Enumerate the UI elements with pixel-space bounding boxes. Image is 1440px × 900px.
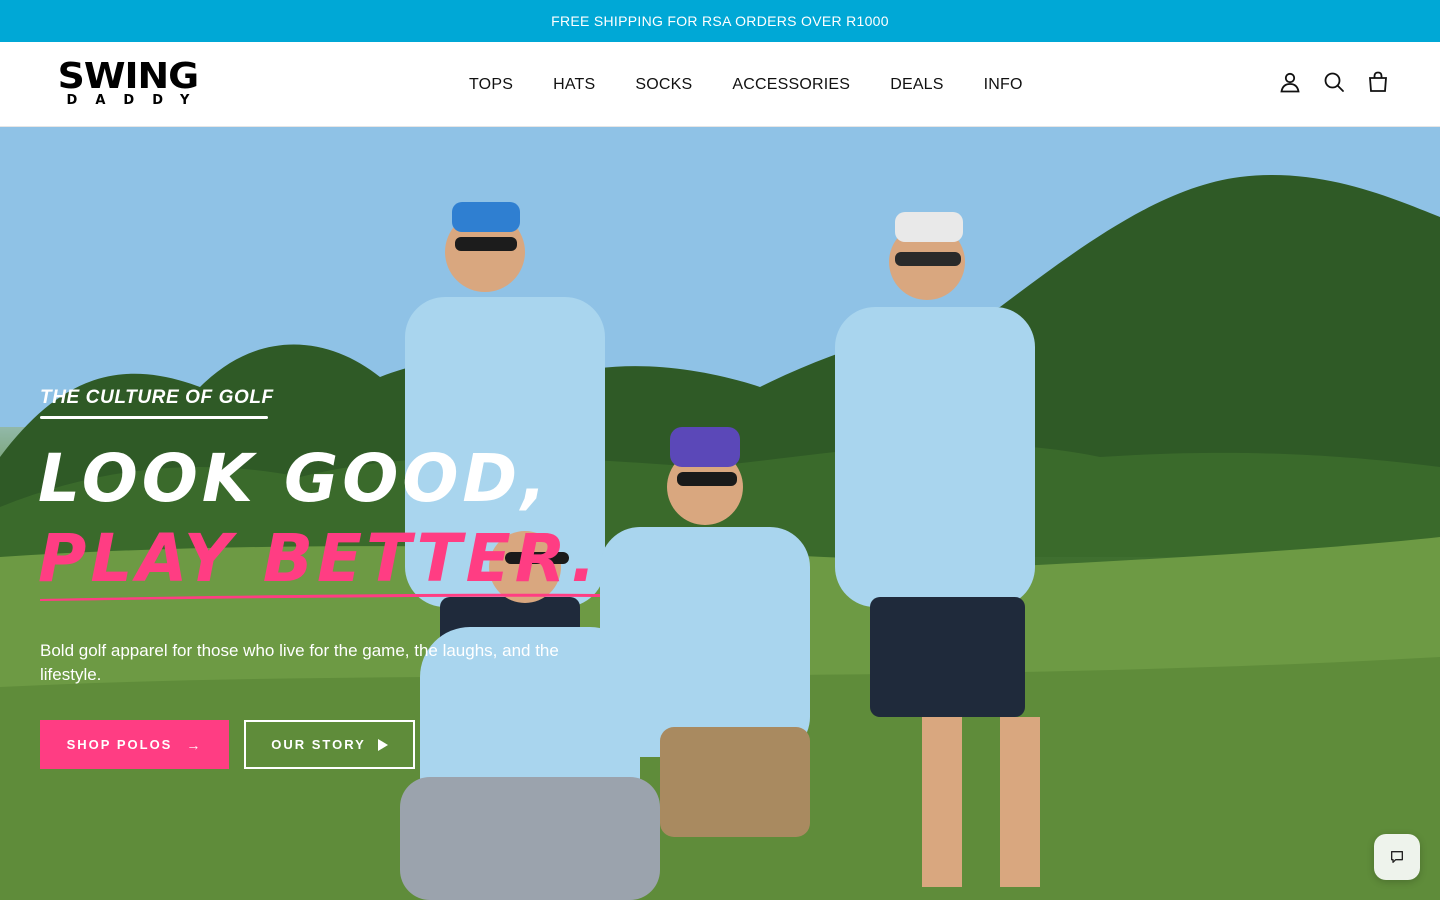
headline-brush-underline: [40, 593, 600, 601]
shop-polos-label: SHOP POLOS: [66, 737, 173, 752]
hero-banner: THE CULTURE OF GOLF LOOK GOOD, PLAY BETT…: [0, 127, 1440, 900]
site-header: SWING DADDY TOPS HATS SOCKS ACCESSORIES …: [0, 42, 1440, 127]
nav-item-hats[interactable]: HATS: [533, 76, 615, 94]
logo-wordmark-top: SWING: [57, 56, 199, 97]
nav-item-info[interactable]: INFO: [964, 76, 1043, 94]
nav-item-socks[interactable]: SOCKS: [615, 76, 712, 94]
our-story-button[interactable]: OUR STORY: [244, 720, 415, 769]
chat-widget-button[interactable]: [1374, 834, 1420, 880]
account-icon[interactable]: [1278, 70, 1302, 94]
hero-subtext: Bold golf apparel for those who live for…: [40, 641, 559, 684]
nav-item-accessories[interactable]: ACCESSORIES: [712, 76, 870, 94]
header-icon-group: [1278, 70, 1390, 94]
nav-item-deals[interactable]: DEALS: [870, 76, 963, 94]
search-icon[interactable]: [1322, 70, 1346, 94]
hero-headline-line2: PLAY BETTER.: [38, 520, 600, 597]
our-story-label: OUR STORY: [271, 737, 366, 752]
announcement-bar: FREE SHIPPING FOR RSA ORDERS OVER R1000: [0, 0, 1440, 42]
eyebrow-underline: [40, 416, 268, 419]
shop-polos-button[interactable]: SHOP POLOS →: [40, 720, 229, 769]
announcement-text: FREE SHIPPING FOR RSA ORDERS OVER R1000: [551, 13, 889, 29]
swing-daddy-logo[interactable]: SWING DADDY: [56, 56, 200, 108]
hero-headline-line1: LOOK GOOD,: [38, 440, 551, 517]
cart-icon[interactable]: [1366, 70, 1390, 94]
play-icon: [377, 738, 388, 751]
nav-item-tops[interactable]: TOPS: [449, 76, 533, 94]
hero-eyebrow: THE CULTURE OF GOLF: [40, 387, 274, 408]
arrow-right-icon: →: [186, 736, 203, 753]
chat-icon: [1391, 851, 1403, 863]
main-nav: TOPS HATS SOCKS ACCESSORIES DEALS INFO: [449, 42, 1043, 127]
